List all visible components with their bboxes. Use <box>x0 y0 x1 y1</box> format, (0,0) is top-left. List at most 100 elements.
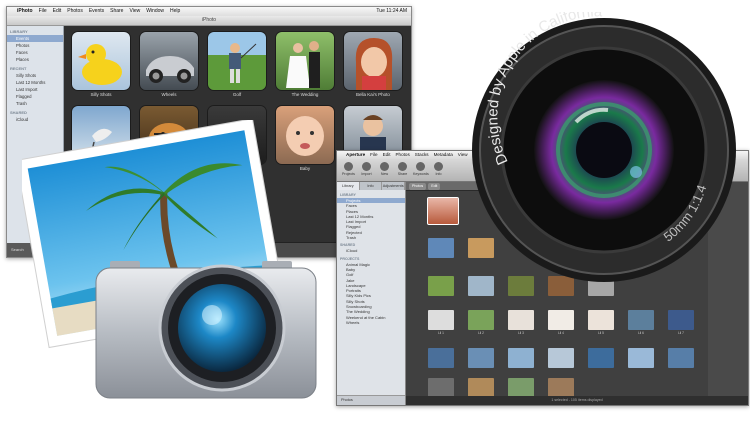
sidebar-item-flagged[interactable]: Flagged <box>7 93 63 100</box>
sidebar-section-shared: SHARED <box>10 110 27 115</box>
menu-photos[interactable]: Photos <box>395 151 409 159</box>
sidebar-item-silly-shots[interactable]: Silly Shots <box>7 72 63 79</box>
sidebar-section-library: LIBRARY <box>10 29 28 34</box>
share-icon <box>398 162 407 171</box>
menu-edit[interactable]: Edit <box>53 7 62 16</box>
golf-photo-thumb[interactable] <box>208 32 266 90</box>
photo-thumb[interactable] <box>428 276 454 296</box>
menu-share[interactable]: Share <box>110 7 123 16</box>
sidebar-item-faces[interactable]: Faces <box>7 49 63 56</box>
photo-thumb[interactable] <box>428 348 454 368</box>
photo-thumb[interactable] <box>668 348 694 368</box>
sidebar-section-library: LIBRARY <box>340 193 356 197</box>
photo-thumb[interactable] <box>548 378 574 398</box>
golf-photo-icon <box>229 43 257 83</box>
girl-photo-thumb[interactable] <box>344 32 402 90</box>
toolbar-keywords-button[interactable]: Keywords <box>413 162 429 176</box>
photo-thumb[interactable] <box>588 310 614 330</box>
new-icon <box>380 162 389 171</box>
projects-icon <box>344 162 353 171</box>
thumb-caption: Lil 4 <box>558 331 564 335</box>
sidebar-item-wheels[interactable]: Wheels <box>337 320 405 325</box>
sidebar-item-trash[interactable]: Trash <box>7 100 63 107</box>
photo-thumb[interactable] <box>548 310 574 330</box>
car-photo-thumb[interactable] <box>140 32 198 90</box>
thumb-caption: Lil 3 <box>518 331 524 335</box>
photo-thumb[interactable] <box>508 310 534 330</box>
iphoto-titlebar: iPhoto <box>7 16 411 26</box>
toolbar-import-button[interactable]: Import <box>359 162 374 176</box>
photo-thumb[interactable] <box>548 348 574 368</box>
duck-photo-icon <box>78 44 122 85</box>
photo-caption: Bella Kai's Photo <box>356 92 390 97</box>
tab-adjustments[interactable]: Adjustments <box>382 182 406 190</box>
tab-library[interactable]: Library <box>337 182 360 190</box>
girl-photo-icon <box>355 38 393 90</box>
aperture-sidebar: Library Info Adjustments LIBRARY Project… <box>337 182 406 405</box>
menu-help[interactable]: Help <box>170 7 180 16</box>
photo-caption: Wheels <box>161 92 177 97</box>
toolbar-new-button[interactable]: New <box>377 162 392 176</box>
photo-thumb[interactable] <box>588 348 614 368</box>
photo-thumb[interactable] <box>508 348 534 368</box>
menu-view[interactable]: View <box>458 151 468 159</box>
view-edit-button[interactable]: Edit <box>428 183 441 190</box>
photo-caption: The Wedding <box>291 92 319 97</box>
photo-thumb[interactable] <box>468 348 494 368</box>
photo-thumb[interactable] <box>428 378 454 398</box>
photo-thumb[interactable] <box>628 348 654 368</box>
selected-photo-thumb[interactable] <box>427 197 459 225</box>
camera-icon <box>95 261 317 399</box>
photo-caption: Silly Shots <box>90 92 112 97</box>
sidebar-section-projects: PROJECTS <box>340 256 360 261</box>
wedding-photo-thumb[interactable] <box>276 32 334 90</box>
thumb-caption: Lil 1 <box>438 331 444 335</box>
sidebar-section-shared: SHARED <box>340 243 356 248</box>
menu-window[interactable]: Window <box>146 7 164 16</box>
wedding-photo-icon <box>286 41 320 88</box>
menu-metadata[interactable]: Metadata <box>434 151 453 159</box>
menu-photos[interactable]: Photos <box>67 7 83 16</box>
menu-aperture[interactable]: Aperture <box>346 151 365 159</box>
menubar-clock: Tue 11:24 AM <box>376 8 407 14</box>
sidebar-item-photos[interactable]: Photos <box>7 42 63 49</box>
aperture-lens-icon: Designed by Apple in California 50mm 1:1… <box>472 12 736 282</box>
photo-caption: Golf <box>232 92 242 97</box>
sidebar-item-events[interactable]: Events <box>7 35 63 42</box>
photo-thumb[interactable] <box>508 378 534 398</box>
photo-thumb[interactable] <box>668 310 694 330</box>
photo-thumb[interactable] <box>428 310 454 330</box>
thumb-caption: Lil 2 <box>478 331 484 335</box>
keywords-icon <box>416 162 425 171</box>
menu-stacks[interactable]: Stacks <box>415 151 429 159</box>
car-photo-icon <box>146 56 194 83</box>
thumb-caption: Lil 7 <box>678 331 684 335</box>
iphoto-app-icon <box>22 120 317 399</box>
tab-info[interactable]: Info <box>360 182 383 190</box>
photo-thumb[interactable] <box>628 310 654 330</box>
info-icon <box>434 162 443 171</box>
menu-file[interactable]: File <box>370 151 377 159</box>
menu-edit[interactable]: Edit <box>383 151 391 159</box>
toolbar-share-button[interactable]: Share <box>395 162 410 176</box>
import-icon <box>362 162 371 171</box>
menu-iphoto[interactable]: iPhoto <box>17 7 33 16</box>
iphoto-menubar: iPhoto File Edit Photos Events Share Vie… <box>7 7 411 16</box>
sidebar-item-last-12-months[interactable]: Last 12 Months <box>7 79 63 86</box>
toolbar-info-button[interactable]: Info <box>431 162 446 176</box>
aperture-inspector-tabs: Library Info Adjustments <box>337 182 406 190</box>
photo-thumb[interactable] <box>468 310 494 330</box>
toolbar-projects-button[interactable]: Projects <box>341 162 356 176</box>
sidebar-item-last-import[interactable]: Last Import <box>7 86 63 93</box>
menu-file[interactable]: File <box>39 7 47 16</box>
sidebar-section-recent: RECENT <box>10 66 27 71</box>
sidebar-item-places[interactable]: Places <box>7 56 63 63</box>
menu-view[interactable]: View <box>129 7 140 16</box>
duck-photo-thumb[interactable] <box>72 32 130 90</box>
photo-thumb[interactable] <box>468 378 494 398</box>
photo-thumb[interactable] <box>428 238 454 258</box>
menu-events[interactable]: Events <box>89 7 104 16</box>
view-photos-button[interactable]: Photos <box>409 183 427 190</box>
thumb-caption: Lil 6 <box>638 331 644 335</box>
sidebar-footer-label[interactable]: Photos <box>337 395 405 405</box>
